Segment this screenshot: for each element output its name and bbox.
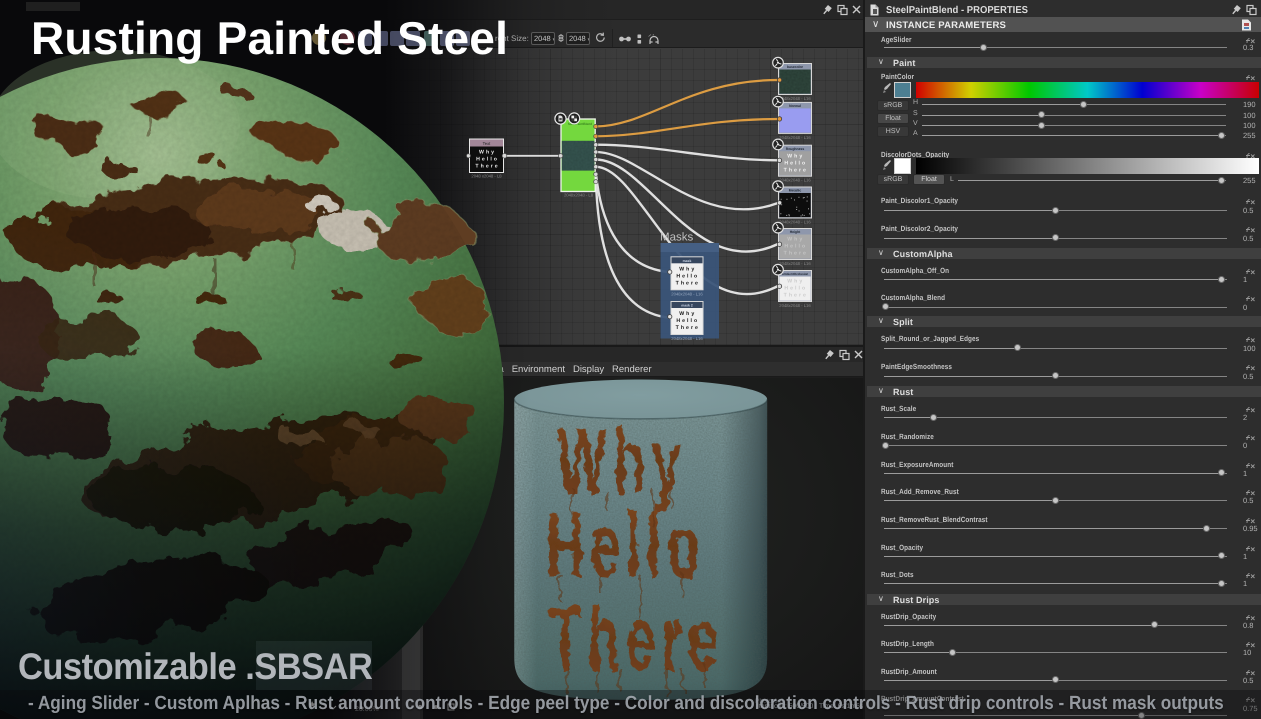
svg-text:2048x2048 - L16: 2048x2048 - L16 <box>779 96 811 101</box>
svg-text:W h y: W h y <box>787 153 803 159</box>
svg-text:T h e r e: T h e r e <box>676 325 699 331</box>
svg-text:Metallic: Metallic <box>789 189 802 193</box>
svg-text:basecolor: basecolor <box>787 65 804 69</box>
svg-text:W h y: W h y <box>679 266 695 272</box>
svg-text:2048x2048 - L16: 2048x2048 - L16 <box>779 135 811 140</box>
svg-text:Height: Height <box>790 230 801 234</box>
svg-text:H e l l o: H e l l o <box>784 286 805 292</box>
svg-text:H e l l o: H e l l o <box>676 318 697 324</box>
svg-text:T h e r e: T h e r e <box>784 167 807 173</box>
svg-text:H e l l o: H e l l o <box>676 273 697 279</box>
svg-text:T h e r e: T h e r e <box>676 280 699 286</box>
svg-text:mask 2: mask 2 <box>681 304 693 308</box>
svg-text:W h y: W h y <box>787 279 803 285</box>
svg-text:2048x2048 - L16: 2048x2048 - L16 <box>779 178 811 183</box>
svg-text:H e l l o: H e l l o <box>784 160 805 166</box>
svg-text:W h y: W h y <box>679 311 695 317</box>
svg-text:2048x2048 - L16: 2048x2048 - L16 <box>779 220 811 225</box>
svg-text:AmbientOcclusion: AmbientOcclusion <box>782 272 809 276</box>
svg-text:Roughness: Roughness <box>786 147 805 151</box>
svg-text:There: There <box>549 588 723 690</box>
svg-text:mask: mask <box>683 259 692 263</box>
svg-text:2048x2048 - L16: 2048x2048 - L16 <box>671 336 703 341</box>
svg-text:T h e r e: T h e r e <box>784 293 807 299</box>
svg-text:Masks: Masks <box>660 232 693 244</box>
svg-text:Normal: Normal <box>789 104 801 108</box>
svg-text:H e l l o: H e l l o <box>784 244 805 250</box>
svg-text:2048x2048 - L16: 2048x2048 - L16 <box>779 261 811 266</box>
svg-text:2048x2048 - L8: 2048x2048 - L8 <box>564 193 594 198</box>
svg-text:T h e r e: T h e r e <box>784 251 807 257</box>
svg-text:2048x2048 - L16: 2048x2048 - L16 <box>671 291 703 296</box>
svg-text:W h y: W h y <box>787 237 803 243</box>
svg-text:2048x2048 - L16: 2048x2048 - L16 <box>779 303 811 308</box>
